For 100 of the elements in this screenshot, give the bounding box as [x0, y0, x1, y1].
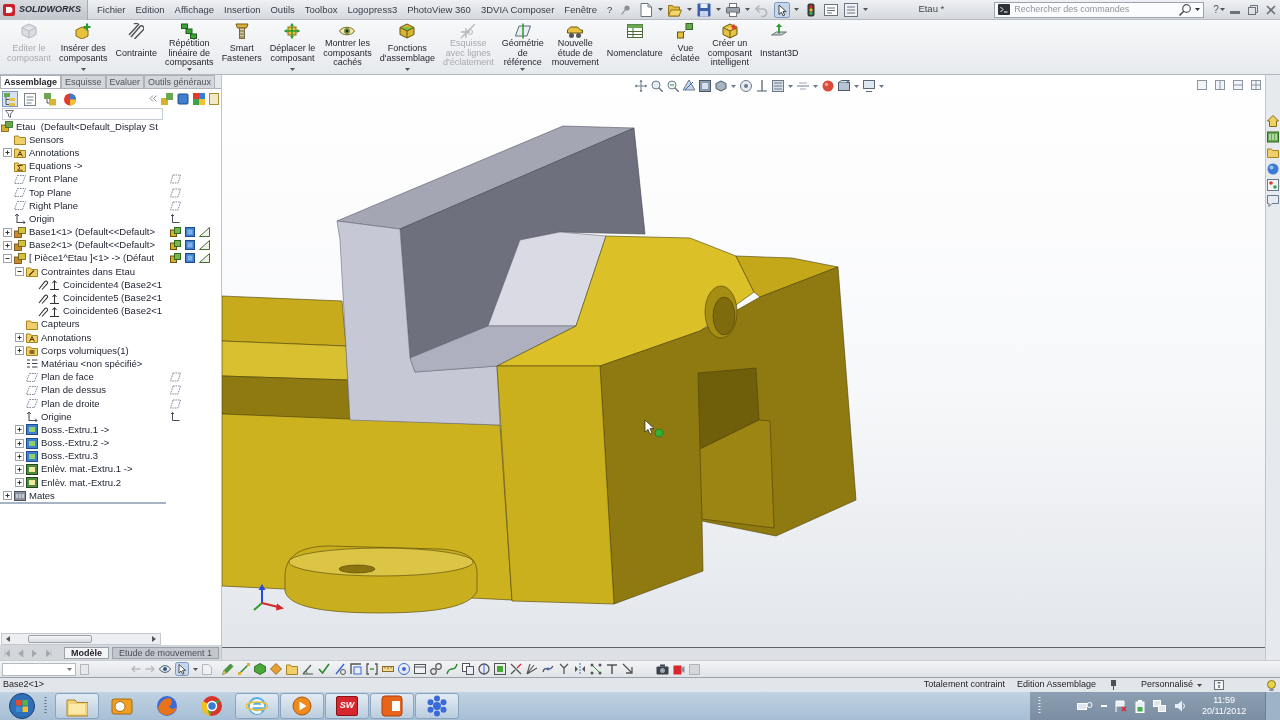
command-button[interactable]: Répétition linéaire de composants — [161, 20, 218, 74]
command-button[interactable]: Insérer des composants — [55, 20, 112, 74]
tree-item[interactable]: Plan de face — [38, 371, 94, 384]
caret-icon[interactable] — [404, 68, 410, 71]
tree-item[interactable]: Origin — [26, 212, 55, 225]
tree-item[interactable]: Plan de droite — [38, 397, 100, 410]
ribbon-tab[interactable]: Assemblage — [0, 75, 62, 88]
pin-icon[interactable] — [1109, 680, 1117, 690]
caret-icon[interactable] — [658, 8, 664, 11]
striped-panel-icon[interactable] — [1267, 131, 1279, 143]
caret-icon[interactable] — [745, 8, 751, 11]
caret-icon[interactable] — [1197, 683, 1202, 687]
close-icon[interactable] — [1266, 4, 1276, 15]
copy-icon[interactable] — [462, 663, 474, 675]
sphere-icon[interactable] — [822, 80, 834, 92]
tree-item[interactable]: Annotations — [38, 331, 92, 344]
four-squares-icon[interactable] — [193, 92, 205, 105]
expand-toggle[interactable] — [3, 253, 12, 263]
angle-icon[interactable] — [302, 663, 314, 675]
command-button[interactable]: Nouvelle étude de mouvement — [547, 20, 603, 74]
line-tool-icon[interactable] — [238, 663, 250, 675]
expand-toggle[interactable] — [15, 425, 24, 435]
tree-item[interactable]: Top Plane — [26, 186, 72, 199]
tree-item[interactable]: Plan de dessus — [38, 384, 106, 397]
tree-item[interactable]: Boss.-Extru.1 -> — [38, 423, 110, 436]
caret-icon[interactable] — [716, 8, 722, 11]
caret-icon[interactable] — [193, 667, 198, 671]
circle-icon[interactable] — [478, 663, 490, 675]
tree-item[interactable]: Capteurs — [38, 318, 80, 331]
camera-icon[interactable] — [656, 663, 669, 675]
lightbulb-icon[interactable] — [1266, 679, 1277, 691]
viewport-layout-icon[interactable] — [1215, 80, 1225, 90]
taskbar-button[interactable] — [280, 693, 324, 719]
new-document-icon[interactable] — [638, 1, 655, 18]
list-panel-icon[interactable] — [843, 1, 860, 18]
diamond-icon[interactable] — [270, 663, 282, 675]
expand-toggle[interactable] — [3, 491, 12, 501]
fan-lines-icon[interactable] — [526, 663, 538, 675]
tree-item[interactable]: [ Pièce1^Etau ]<1> -> (Défaut — [26, 252, 155, 265]
expand-toggle[interactable] — [15, 451, 24, 461]
menu-item[interactable]: 3DVIA Composer — [475, 0, 560, 19]
menu-item[interactable]: Insertion — [219, 0, 266, 19]
tree-item[interactable]: Enlèv. mat.-Extru.1 -> — [38, 463, 133, 476]
units-dropdown[interactable]: Personnalisé — [1140, 678, 1193, 692]
pointer-arrow-icon[interactable] — [175, 662, 189, 676]
tree-item[interactable]: Boss.-Extru.2 -> — [38, 437, 110, 450]
battery-icon[interactable] — [1135, 699, 1145, 713]
tree-item[interactable]: Coincidente6 (Base2<1 — [60, 305, 163, 318]
tree-item[interactable]: Equations -> — [26, 160, 83, 173]
restore-icon[interactable] — [1248, 4, 1258, 15]
command-button[interactable]: Contrainte — [111, 20, 162, 74]
taskbar-button[interactable] — [415, 693, 459, 719]
tree-item[interactable]: Etau (Default<Default_Display St — [13, 120, 158, 133]
menu-item[interactable]: Outils — [265, 0, 300, 19]
command-button[interactable]: Géométrie de référence — [497, 20, 548, 74]
tree-item[interactable]: Annotations — [26, 146, 80, 159]
caret-icon[interactable] — [794, 8, 800, 11]
info-box-icon[interactable] — [1214, 680, 1224, 690]
command-button[interactable]: Créer un composant intelligent — [703, 20, 756, 74]
viewport-layout-icon[interactable] — [1233, 80, 1243, 90]
ruler-icon[interactable] — [382, 663, 394, 675]
tree-item[interactable]: Right Plane — [26, 199, 79, 212]
tee-icon[interactable] — [606, 663, 618, 675]
command-button[interactable]: Déplacer le composant — [265, 20, 320, 74]
target-circle-icon[interactable] — [740, 80, 752, 92]
flag-icon[interactable] — [1115, 700, 1127, 712]
document-lines-icon[interactable] — [823, 1, 840, 18]
tree-item[interactable]: Mates — [26, 489, 55, 502]
ribbon-tab[interactable]: Evaluer — [105, 75, 145, 88]
curve-icon[interactable] — [446, 663, 458, 675]
expand-toggle[interactable] — [15, 346, 24, 356]
arrow-down-right-icon[interactable] — [622, 663, 634, 675]
tree-item[interactable]: Sensors — [26, 133, 64, 146]
record-icon[interactable] — [673, 663, 685, 675]
magnifier-icon[interactable] — [651, 80, 663, 92]
axis-icon[interactable] — [756, 80, 768, 92]
command-button[interactable]: Montrer les composants cachés — [319, 20, 376, 74]
eye-icon[interactable] — [159, 664, 171, 674]
expand-toggle[interactable] — [15, 333, 24, 343]
home-icon[interactable] — [1267, 115, 1279, 127]
save-icon[interactable] — [696, 1, 713, 18]
menu-item[interactable]: Edition — [130, 0, 170, 19]
command-button[interactable]: Smart Fasteners — [217, 20, 266, 74]
dots-panel-icon[interactable] — [1267, 179, 1279, 191]
chat-bubble-icon[interactable] — [1267, 195, 1279, 207]
spline-icon[interactable] — [542, 663, 554, 675]
command-button[interactable]: Fonctions d'assemblage — [375, 20, 439, 74]
ribbon-tab[interactable]: Esquisse — [61, 75, 106, 88]
scroll-right-icon[interactable] — [152, 636, 156, 642]
tree-item[interactable]: Coincidente5 (Base2<1 — [60, 292, 163, 305]
dropdown-field[interactable] — [2, 662, 76, 676]
menu-item[interactable]: Fenêtre — [559, 0, 603, 19]
tree-item[interactable]: Coincidente4 (Base2<1 — [60, 278, 163, 291]
caret-icon[interactable] — [186, 68, 192, 72]
grip-dots-icon[interactable] — [44, 696, 47, 716]
caret-icon[interactable] — [289, 68, 295, 71]
pencil-icon[interactable] — [222, 663, 234, 675]
caret-icon[interactable] — [1219, 8, 1225, 11]
grid-dots-icon[interactable] — [590, 663, 602, 675]
check-mark-icon[interactable] — [318, 663, 330, 675]
